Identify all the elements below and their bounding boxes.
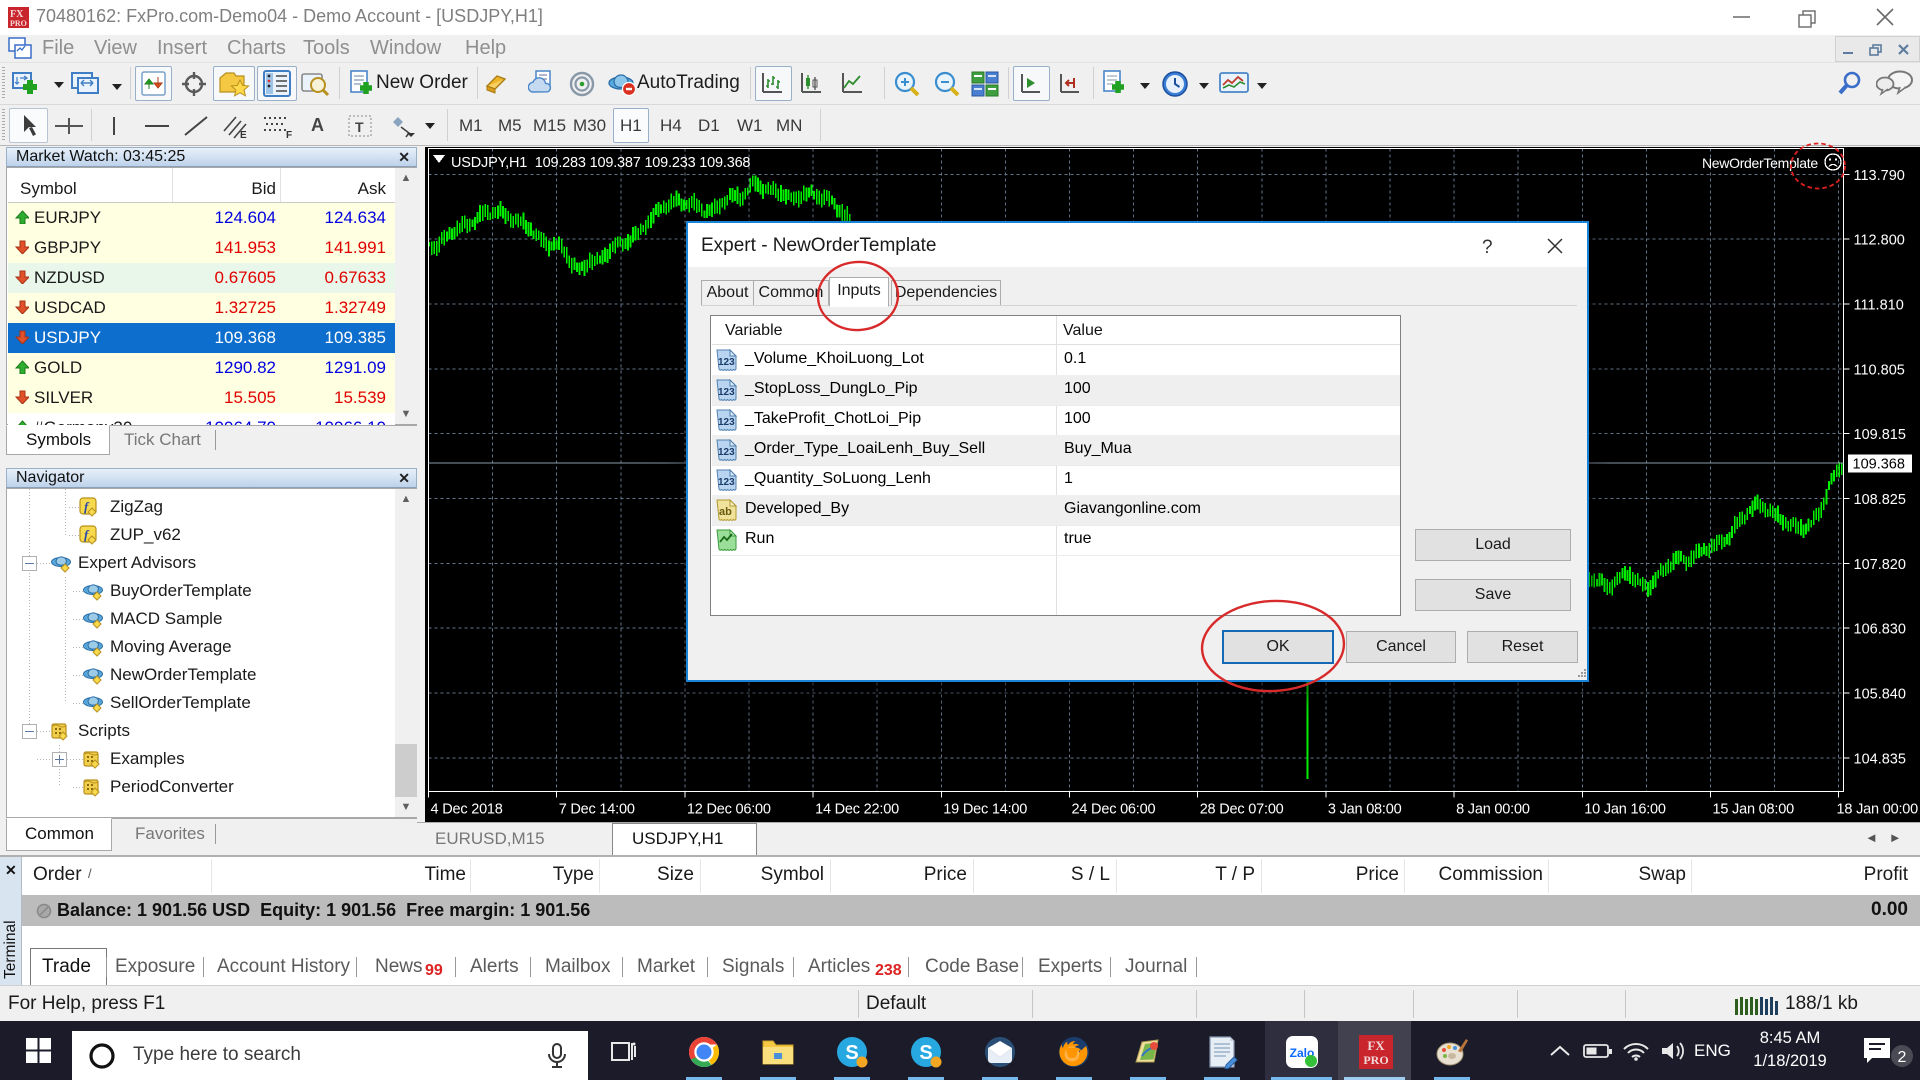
svg-text:109.815: 109.815	[1854, 427, 1906, 443]
svg-text:123: 123	[718, 417, 735, 428]
svg-text:105.840: 105.840	[1854, 687, 1906, 703]
svg-text:109.368: 109.368	[1853, 457, 1905, 473]
svg-text:PRO: PRO	[1363, 1053, 1388, 1067]
svg-text:2: 2	[1898, 1049, 1907, 1066]
svg-text:28 Dec 07:00: 28 Dec 07:00	[1200, 802, 1284, 818]
svg-text:111.810: 111.810	[1854, 298, 1904, 314]
svg-text:19 Dec 14:00: 19 Dec 14:00	[943, 802, 1027, 818]
svg-text:FX: FX	[1367, 1038, 1385, 1053]
svg-text:112.800: 112.800	[1854, 233, 1905, 249]
svg-text:E: E	[240, 130, 247, 139]
svg-text:110.805: 110.805	[1854, 362, 1905, 378]
svg-text:PRO: PRO	[10, 19, 27, 28]
svg-text:8 Jan 00:00: 8 Jan 00:00	[1456, 802, 1530, 818]
svg-text:12 Dec 06:00: 12 Dec 06:00	[687, 802, 771, 818]
svg-text:106.830: 106.830	[1854, 622, 1906, 638]
svg-text:107.820: 107.820	[1854, 557, 1906, 573]
svg-text:123: 123	[718, 477, 735, 488]
svg-text:7 Dec 14:00: 7 Dec 14:00	[559, 802, 635, 818]
svg-text:10 Jan 16:00: 10 Jan 16:00	[1584, 802, 1666, 818]
svg-text:USDJPY,H1 109.283 109.387 109: USDJPY,H1 109.283 109.387 109.233 109.36…	[451, 155, 750, 171]
svg-text:4 Dec 2018: 4 Dec 2018	[431, 802, 503, 818]
svg-text:18 Jan 00:00: 18 Jan 00:00	[1837, 802, 1919, 818]
svg-text:123: 123	[718, 357, 735, 368]
svg-text:?: ?	[1482, 237, 1493, 258]
svg-text:15 Jan 08:00: 15 Jan 08:00	[1713, 802, 1795, 818]
svg-text:3 Jan 08:00: 3 Jan 08:00	[1328, 802, 1402, 818]
svg-text:NewOrderTemplate: NewOrderTemplate	[1702, 155, 1818, 171]
svg-text:123: 123	[718, 387, 735, 398]
svg-text:108.825: 108.825	[1854, 492, 1906, 508]
svg-text:14 Dec 22:00: 14 Dec 22:00	[815, 802, 899, 818]
svg-text:123: 123	[718, 447, 735, 458]
svg-text:F: F	[286, 130, 292, 139]
svg-text:T: T	[355, 119, 364, 135]
svg-text:ab: ab	[719, 506, 732, 518]
svg-text:113.790: 113.790	[1854, 168, 1905, 184]
svg-text:Terminal: Terminal	[2, 920, 19, 979]
svg-text:24 Dec 06:00: 24 Dec 06:00	[1072, 802, 1156, 818]
svg-text:104.835: 104.835	[1854, 751, 1906, 767]
